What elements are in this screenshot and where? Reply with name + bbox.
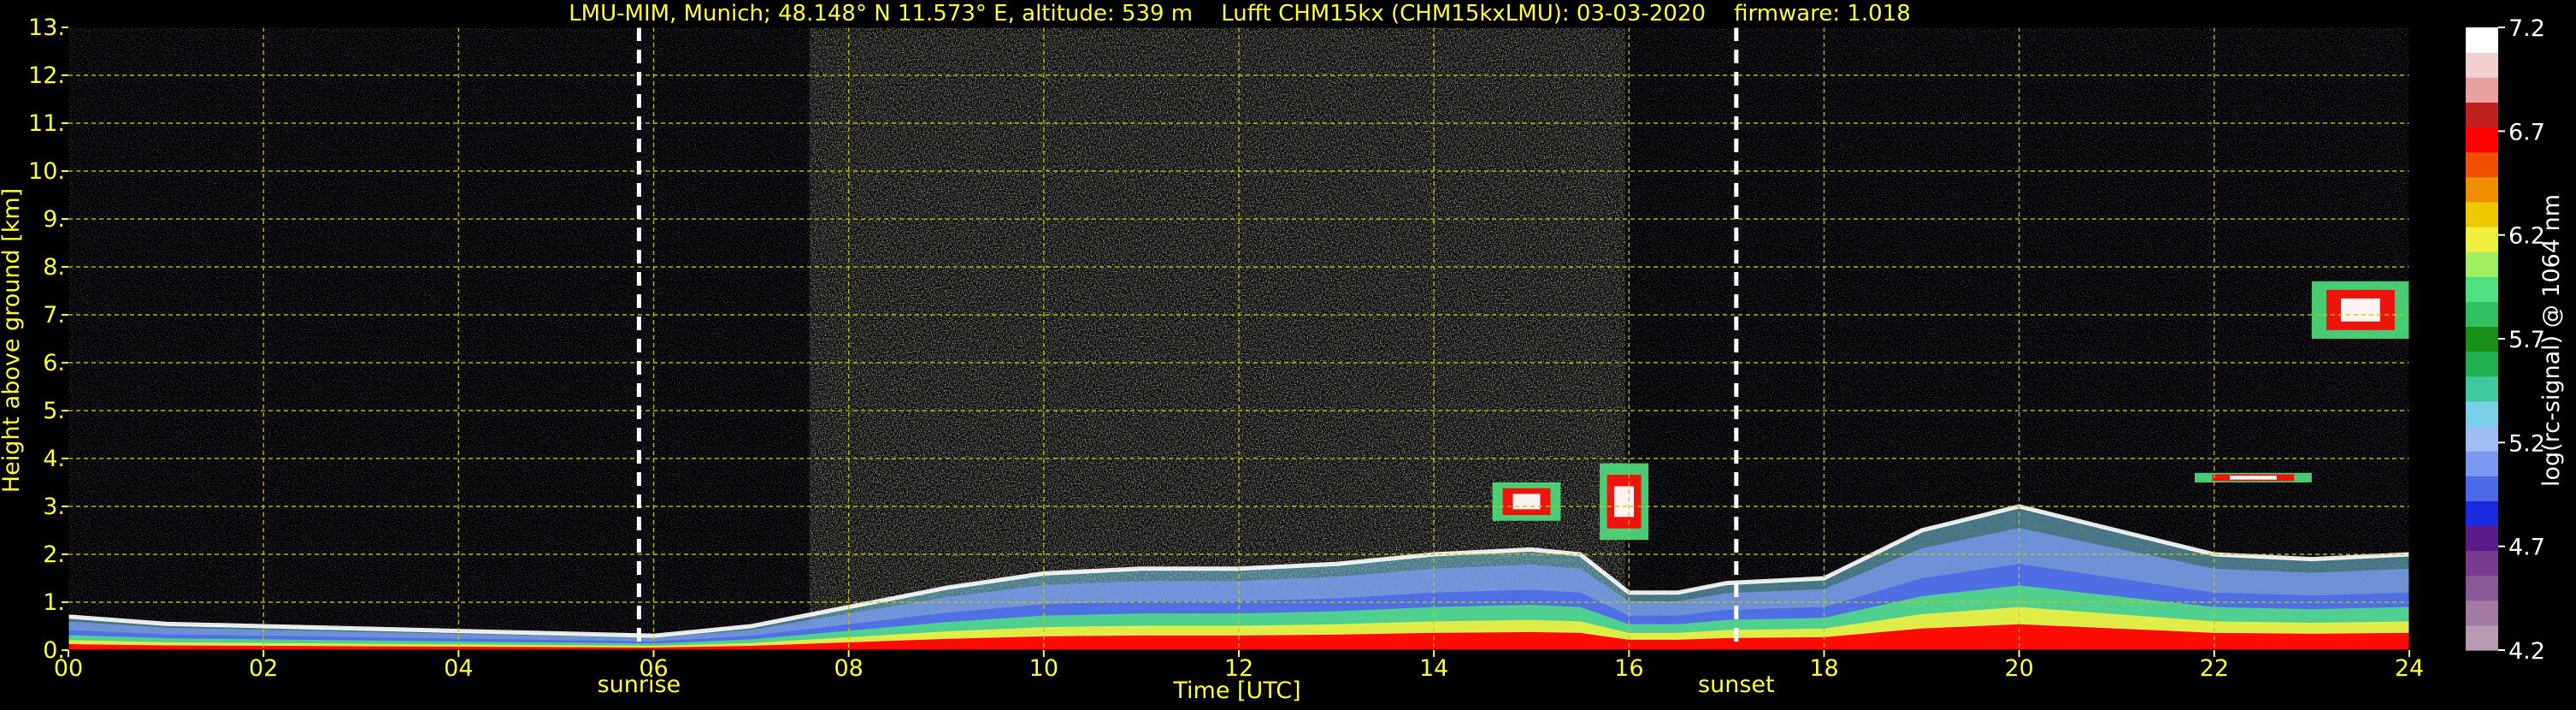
- x-tick-label: 14: [1419, 655, 1448, 682]
- colorbar-band: [2466, 400, 2498, 427]
- y-tick-label: 4.: [43, 446, 65, 472]
- y-tick-label: 7.: [43, 302, 65, 328]
- colorbar-band: [2466, 77, 2498, 103]
- colorbar-band: [2466, 226, 2498, 252]
- y-tick-label: 2.: [43, 541, 65, 568]
- marker-label-sunset: sunset: [1698, 672, 1775, 698]
- colorbar-band: [2466, 600, 2498, 626]
- plot-area: sunrise sunset: [68, 27, 2410, 698]
- colorbar-band: [2466, 251, 2498, 277]
- x-tick-label: 22: [2200, 655, 2229, 682]
- colorbar-band: [2466, 52, 2498, 78]
- x-tick-label: 10: [1029, 655, 1058, 682]
- cloud-peak: [2230, 476, 2277, 480]
- y-tick-label: 3.: [43, 494, 65, 520]
- colorbar-band: [2466, 127, 2498, 153]
- colorbar-band: [2466, 301, 2498, 328]
- y-tick-label: 5.: [43, 398, 65, 424]
- colorbar-band: [2466, 575, 2498, 601]
- colorbar-band: [2466, 176, 2498, 203]
- colorbar-band: [2466, 525, 2498, 552]
- colorbar: 4.24.75.25.76.26.77.2 log(rc-signal) @ 1…: [2466, 15, 2565, 665]
- colorbar-band: [2466, 102, 2498, 128]
- colorbar-band: [2466, 276, 2498, 302]
- y-axis-ticks: 0. 1. 2. 3. 4. 5. 6. 7. 8. 9. 10. 11. 12. 13.: [28, 15, 68, 664]
- colorbar-band: [2466, 27, 2498, 53]
- colorbar-band: [2466, 624, 2498, 651]
- colorbar-band: [2466, 326, 2498, 352]
- y-tick-label: 8.: [43, 254, 65, 281]
- colorbar-band: [2466, 476, 2498, 501]
- colorbar-tick-label: 4.2: [2508, 638, 2545, 665]
- y-tick-label: 1.: [43, 589, 65, 616]
- y-tick-label: 12.: [28, 62, 65, 89]
- x-tick-label: 24: [2395, 655, 2424, 682]
- colorbar-band: [2466, 151, 2498, 178]
- y-tick-label: 0.: [43, 637, 65, 664]
- x-axis-label: Time [UTC]: [1172, 677, 1300, 704]
- colorbar-tick-label: 4.7: [2508, 535, 2545, 561]
- colorbar-band: [2466, 500, 2498, 526]
- x-tick-label: 04: [444, 655, 473, 682]
- x-tick-label: 02: [249, 655, 278, 682]
- cloud-peak: [1614, 486, 1635, 518]
- y-tick-label: 11.: [28, 110, 65, 137]
- y-tick-label: 9.: [43, 206, 65, 233]
- y-tick-label: 13.: [28, 15, 65, 41]
- x-tick-label: 18: [1809, 655, 1838, 682]
- colorbar-tick-label: 7.2: [2508, 15, 2545, 42]
- colorbar-band: [2466, 201, 2498, 228]
- colorbar-label: log(rc-signal) @ 1064 nm: [2538, 194, 2565, 487]
- colorbar-tick-label: 6.7: [2508, 119, 2545, 145]
- colorbar-band: [2466, 425, 2498, 452]
- cloud-peak: [2341, 298, 2380, 322]
- y-tick-label: 10.: [28, 158, 65, 185]
- x-tick-label: 20: [2004, 655, 2033, 682]
- x-tick-label: 06: [639, 655, 668, 682]
- colorbar-band: [2466, 550, 2498, 577]
- colorbar-band: [2466, 351, 2498, 377]
- x-tick-label: 08: [834, 655, 863, 682]
- colorbar-band: [2466, 451, 2498, 476]
- x-tick-label: 16: [1614, 655, 1643, 682]
- y-tick-label: 6.: [43, 350, 65, 376]
- chart-title: LMU-MIM, Munich; 48.148° N 11.573° E, al…: [569, 1, 1911, 27]
- y-axis-label: Height above ground [km]: [0, 188, 25, 493]
- colorbar-band: [2466, 376, 2498, 402]
- ceilometer-chart: sunrise sunset 00 02 04 06 08 10 12 14 16 18 20 22 24…: [0, 0, 2576, 707]
- chart-svg: sunrise sunset 00 02 04 06 08 10 12 14 16 18 20 22 24…: [0, 1, 2565, 704]
- colorbar-bands: [2466, 27, 2498, 651]
